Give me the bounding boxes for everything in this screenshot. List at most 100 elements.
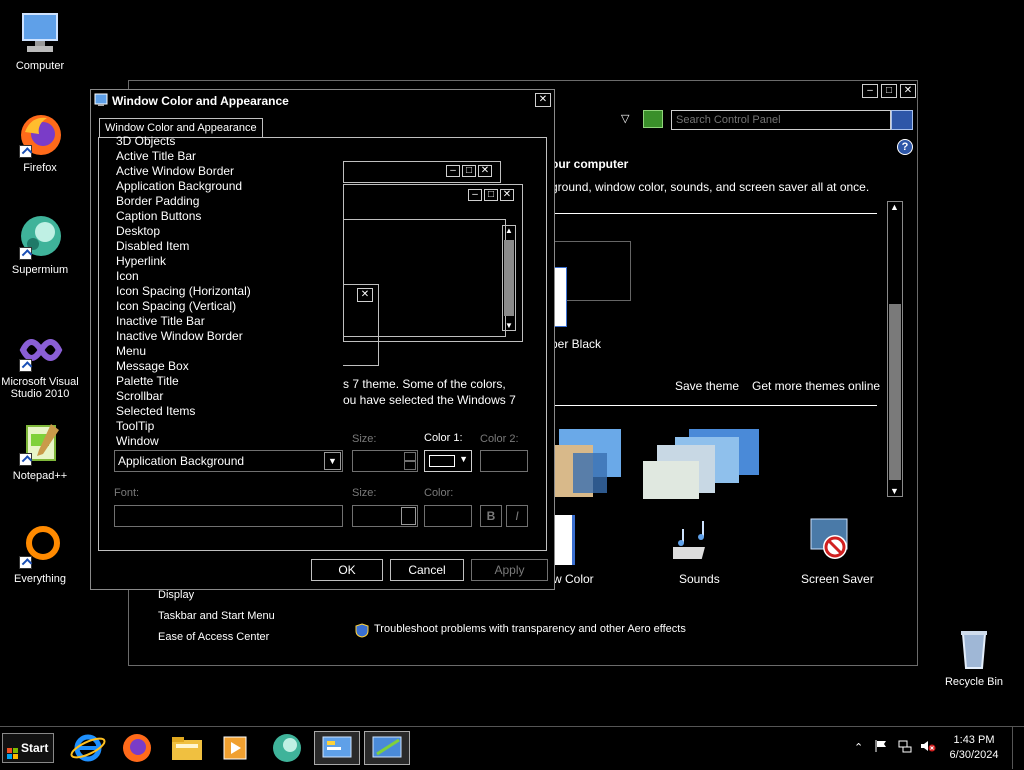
- list-item[interactable]: Palette Title: [108, 374, 342, 389]
- list-item[interactable]: Icon: [108, 269, 342, 284]
- taskbar-file-explorer[interactable]: [164, 731, 210, 765]
- volume-muted-icon[interactable]: [920, 739, 936, 753]
- sounds-icon[interactable]: [665, 517, 719, 563]
- item-select[interactable]: Application Background ▼: [114, 450, 343, 472]
- desktop-icon-computer[interactable]: Computer: [0, 10, 80, 72]
- italic-button[interactable]: I: [506, 505, 528, 527]
- dialog-message-line-2: ou have selected the Windows 7: [343, 393, 516, 407]
- desktop-icon-everything[interactable]: Everything: [0, 523, 80, 585]
- taskbar-window-color[interactable]: [364, 731, 410, 765]
- clock-date: 6/30/2024: [949, 749, 999, 761]
- dialog-message-line-1: s 7 theme. Some of the colors,: [343, 377, 506, 391]
- item-size-stepper[interactable]: [352, 450, 418, 472]
- list-item[interactable]: Caption Buttons: [108, 209, 342, 224]
- font-color-picker[interactable]: [424, 505, 472, 527]
- minimize-button[interactable]: –: [862, 84, 878, 98]
- taskbar-firefox[interactable]: [114, 731, 160, 765]
- bold-button[interactable]: B: [480, 505, 502, 527]
- list-item[interactable]: Border Padding: [108, 194, 342, 209]
- desktop-icon-recycle-bin[interactable]: Recycle Bin: [934, 626, 1014, 688]
- list-item[interactable]: Application Background: [108, 179, 342, 194]
- scrollbar-thumb[interactable]: [889, 304, 901, 480]
- address-dropdown-icon[interactable]: ▽: [621, 112, 629, 125]
- taskbar-control-panel[interactable]: [314, 731, 360, 765]
- page-heading: our computer: [551, 157, 629, 171]
- list-item[interactable]: ToolTip: [108, 419, 342, 434]
- desktop-icon-notepadpp[interactable]: Notepad++: [0, 420, 80, 482]
- list-item[interactable]: 3D Objects: [108, 134, 342, 149]
- themes-scrollbar[interactable]: ▲ ▼: [887, 201, 903, 497]
- clock-time: 1:43 PM: [953, 734, 995, 746]
- sounds-link[interactable]: Sounds: [679, 572, 720, 586]
- list-item[interactable]: Inactive Window Border: [108, 329, 342, 344]
- screen-saver-thumbnail[interactable]: [639, 427, 761, 499]
- list-item[interactable]: Active Window Border: [108, 164, 342, 179]
- shortcut-arrow-icon: [19, 453, 32, 466]
- troubleshoot-link[interactable]: Troubleshoot problems with transparency …: [374, 623, 686, 635]
- divider: [549, 405, 877, 406]
- list-item[interactable]: Disabled Item: [108, 239, 342, 254]
- start-button[interactable]: Start: [2, 733, 54, 763]
- list-item[interactable]: Desktop: [108, 224, 342, 239]
- apply-button[interactable]: Apply: [471, 559, 548, 581]
- search-input[interactable]: [671, 110, 891, 130]
- network-icon[interactable]: [898, 739, 912, 753]
- taskbar-supermium[interactable]: [264, 731, 310, 765]
- screen-saver-icon[interactable]: [809, 517, 855, 563]
- list-item[interactable]: Window: [108, 434, 342, 449]
- show-desktop-button[interactable]: [1012, 727, 1024, 769]
- list-item[interactable]: Menu: [108, 344, 342, 359]
- help-icon[interactable]: ?: [897, 139, 913, 155]
- window-color-icon[interactable]: [553, 515, 575, 565]
- item-size-label: Size:: [352, 433, 377, 445]
- desktop-icon-visual-studio[interactable]: Microsoft Visual Studio 2010: [0, 326, 82, 400]
- stepper-down-icon[interactable]: [404, 461, 416, 470]
- scroll-up-icon[interactable]: ▲: [890, 202, 899, 212]
- shortcut-arrow-icon: [19, 556, 32, 569]
- see-also-taskbar[interactable]: Taskbar and Start Menu: [158, 610, 275, 622]
- action-center-flag-icon[interactable]: [874, 739, 888, 753]
- list-item[interactable]: Scrollbar: [108, 389, 342, 404]
- ok-button[interactable]: OK: [311, 559, 383, 581]
- color2-picker[interactable]: [480, 450, 528, 472]
- desktop-icon-firefox[interactable]: Firefox: [0, 112, 80, 174]
- preview-minimize-icon: –: [468, 189, 482, 201]
- more-themes-link[interactable]: Get more themes online: [752, 379, 880, 393]
- taskbar-media-player[interactable]: [212, 731, 258, 765]
- refresh-icon[interactable]: [643, 110, 663, 128]
- font-select[interactable]: [114, 505, 343, 527]
- item-select-value: Application Background: [118, 454, 245, 468]
- window-color-link[interactable]: w Color: [553, 572, 594, 586]
- list-item[interactable]: Message Box: [108, 359, 342, 374]
- desktop-background-thumbnail[interactable]: [553, 427, 623, 497]
- taskbar-clock[interactable]: 1:43 PM 6/30/2024: [944, 733, 1004, 763]
- close-button[interactable]: ✕: [535, 93, 551, 107]
- save-theme-link[interactable]: Save theme: [675, 379, 739, 393]
- chevron-down-icon[interactable]: ▼: [324, 452, 341, 470]
- control-panel-icon: [322, 736, 352, 758]
- list-item[interactable]: Active Title Bar: [108, 149, 342, 164]
- list-item[interactable]: Inactive Title Bar: [108, 314, 342, 329]
- theme-preview-window: [553, 267, 567, 327]
- list-item[interactable]: Icon Spacing (Horizontal): [108, 284, 342, 299]
- list-item[interactable]: Icon Spacing (Vertical): [108, 299, 342, 314]
- list-item[interactable]: Selected Items: [108, 404, 342, 419]
- color1-label: Color 1:: [424, 432, 463, 444]
- stepper-up-icon[interactable]: [404, 452, 416, 461]
- desktop-icon-supermium[interactable]: Supermium: [0, 214, 80, 276]
- scroll-down-icon[interactable]: ▼: [890, 486, 899, 496]
- item-dropdown-list[interactable]: 3D Objects Active Title Bar Active Windo…: [108, 134, 342, 449]
- font-size-select[interactable]: [352, 505, 418, 527]
- cancel-button[interactable]: Cancel: [390, 559, 464, 581]
- color1-picker[interactable]: ▼: [424, 450, 472, 472]
- search-icon[interactable]: [891, 110, 913, 130]
- see-also-ease-of-access[interactable]: Ease of Access Center: [158, 631, 269, 643]
- close-button[interactable]: ✕: [900, 84, 916, 98]
- show-hidden-icons-icon[interactable]: ⌃: [854, 741, 863, 754]
- list-item[interactable]: Hyperlink: [108, 254, 342, 269]
- taskbar-internet-explorer[interactable]: [66, 731, 112, 765]
- preview-minimize-icon: –: [446, 165, 460, 177]
- screen-saver-link[interactable]: Screen Saver: [801, 572, 874, 586]
- maximize-button[interactable]: □: [881, 84, 897, 98]
- see-also-display[interactable]: Display: [158, 589, 194, 601]
